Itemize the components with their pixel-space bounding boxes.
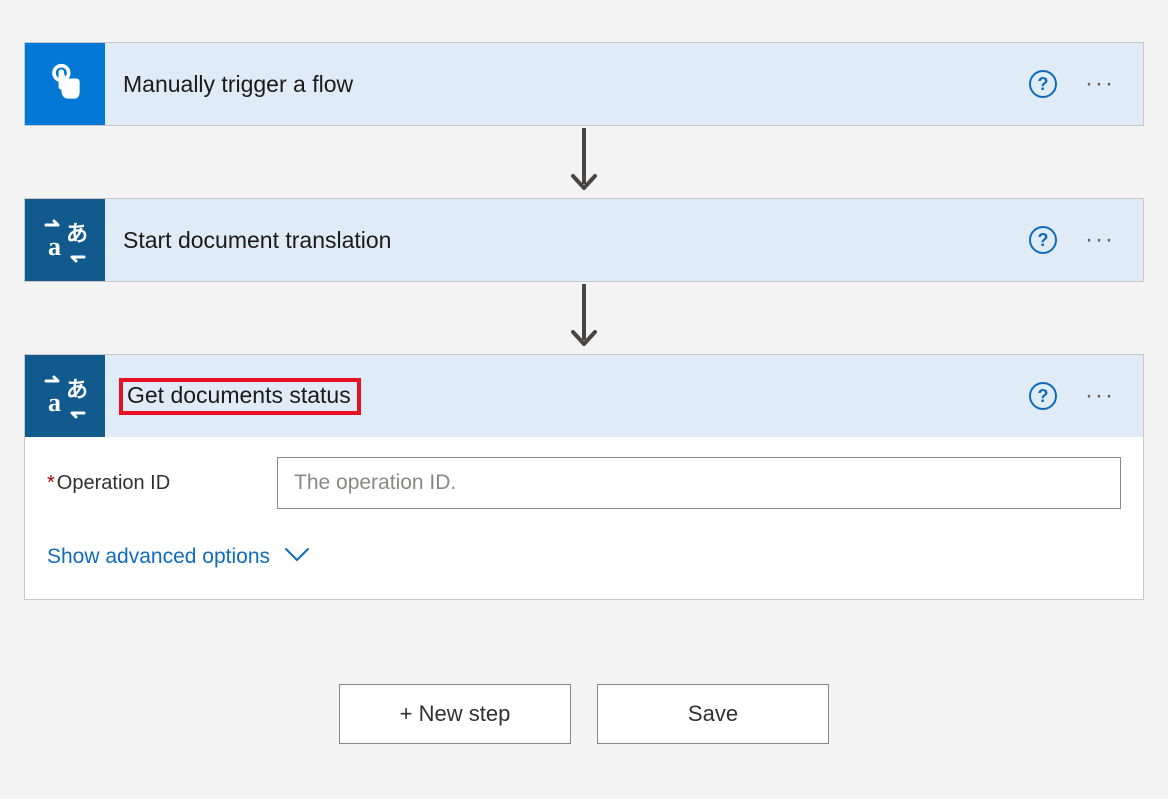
highlight-annotation: Get documents status bbox=[119, 378, 361, 415]
step-title: Get documents status bbox=[127, 378, 351, 412]
footer-buttons: + New step Save bbox=[339, 684, 829, 744]
field-row-operation-id: *Operation ID bbox=[47, 457, 1121, 509]
more-icon[interactable]: ··· bbox=[1085, 228, 1115, 252]
save-button[interactable]: Save bbox=[597, 684, 829, 744]
step-card-start-translation[interactable]: a あ Start document translation ? ··· bbox=[24, 198, 1144, 282]
step-title: Start document translation bbox=[123, 223, 1029, 258]
card-header: a あ Start document translation ? ··· bbox=[25, 199, 1143, 281]
card-body: *Operation ID Show advanced options bbox=[25, 437, 1143, 599]
svg-text:あ: あ bbox=[66, 377, 88, 402]
translate-icon: a あ bbox=[25, 199, 105, 281]
step-card-get-status[interactable]: a あ Get documents status ? ··· *Operatio… bbox=[24, 354, 1144, 600]
connector-arrow bbox=[22, 282, 1146, 354]
more-icon[interactable]: ··· bbox=[1085, 72, 1115, 96]
help-icon[interactable]: ? bbox=[1029, 382, 1057, 410]
svg-text:あ: あ bbox=[66, 221, 88, 246]
required-indicator: * bbox=[47, 472, 55, 494]
step-title: Manually trigger a flow bbox=[123, 67, 1029, 102]
connector-arrow bbox=[22, 126, 1146, 198]
step-card-trigger[interactable]: Manually trigger a flow ? ··· bbox=[24, 42, 1144, 126]
card-header: Manually trigger a flow ? ··· bbox=[25, 43, 1143, 125]
help-icon[interactable]: ? bbox=[1029, 226, 1057, 254]
help-icon[interactable]: ? bbox=[1029, 70, 1057, 98]
card-header: a あ Get documents status ? ··· bbox=[25, 355, 1143, 437]
more-icon[interactable]: ··· bbox=[1085, 384, 1115, 408]
new-step-button[interactable]: + New step bbox=[339, 684, 571, 744]
show-advanced-options[interactable]: Show advanced options bbox=[47, 545, 310, 569]
translate-icon: a あ bbox=[25, 355, 105, 437]
touch-icon bbox=[25, 43, 105, 125]
chevron-down-icon bbox=[284, 545, 310, 569]
operation-id-input[interactable] bbox=[277, 457, 1121, 509]
svg-text:a: a bbox=[48, 388, 61, 417]
svg-text:a: a bbox=[48, 232, 61, 261]
field-label: *Operation ID bbox=[47, 472, 277, 495]
